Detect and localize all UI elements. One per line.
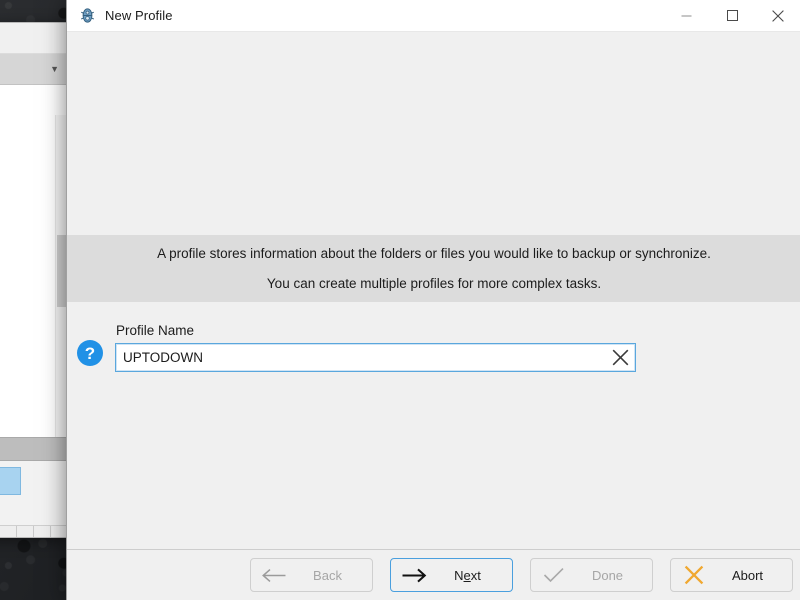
arrow-right-icon: [391, 568, 437, 583]
profile-name-group: ? Profile Name: [67, 323, 800, 378]
info-banner: A profile stores information about the f…: [67, 235, 800, 302]
maximize-icon: [726, 10, 738, 21]
help-circle-icon[interactable]: ?: [77, 340, 103, 366]
new-profile-dialog[interactable]: New Profile A profile stores information…: [66, 0, 800, 600]
info-line-1: A profile stores information about the f…: [157, 245, 711, 261]
arrow-left-icon: [251, 568, 297, 583]
next-button-label: Next: [454, 567, 481, 583]
next-button[interactable]: Next: [390, 558, 513, 592]
background-window-separator: [0, 437, 67, 461]
abort-button[interactable]: Abort: [670, 558, 793, 592]
abort-button-label: Abort: [731, 567, 764, 583]
profile-name-label: Profile Name: [116, 323, 195, 338]
minimize-button[interactable]: [663, 0, 709, 31]
background-window-statusbar: 2-bit): [0, 525, 67, 537]
minimize-icon: [681, 15, 691, 17]
close-button[interactable]: [755, 0, 800, 31]
dialog-titlebar[interactable]: New Profile: [67, 0, 800, 32]
done-button-label: Done: [591, 567, 624, 583]
dialog-body: A profile stores information about the f…: [67, 32, 800, 549]
window-controls: [663, 0, 800, 31]
back-button[interactable]: Back: [250, 558, 373, 592]
background-window-tab-profiles[interactable]: Profiles ▼: [0, 54, 67, 85]
wizard-footer: Back Next Done Abort: [67, 549, 800, 600]
profile-name-input[interactable]: [116, 346, 605, 369]
app-icon: [79, 8, 95, 24]
dialog-title: New Profile: [105, 8, 173, 23]
background-window-toolbar[interactable]: Mo: [0, 461, 67, 525]
close-icon: [772, 9, 784, 22]
check-icon: [531, 567, 577, 583]
screen: ackFree V9 Profiles ▼ Profile Mo 2-bit): [0, 0, 800, 600]
maximize-button[interactable]: [709, 0, 755, 31]
background-window-toolbar-selected-item[interactable]: [0, 467, 21, 495]
profile-name-input-wrapper[interactable]: [115, 343, 636, 372]
x-mark-icon: [671, 565, 717, 585]
back-button-label: Back: [313, 567, 342, 583]
background-window-list-header: Profile: [0, 85, 67, 115]
background-window-status-cells: [16, 526, 67, 537]
clear-x-icon[interactable]: [605, 345, 635, 370]
info-line-2: You can create multiple profiles for mor…: [266, 276, 602, 291]
done-button[interactable]: Done: [530, 558, 653, 592]
background-window-list-body[interactable]: [0, 115, 67, 437]
chevron-down-icon: ▼: [50, 64, 59, 74]
background-window-titlebar: ackFree V9: [0, 23, 67, 54]
background-app-window[interactable]: ackFree V9 Profiles ▼ Profile Mo 2-bit): [0, 22, 68, 538]
